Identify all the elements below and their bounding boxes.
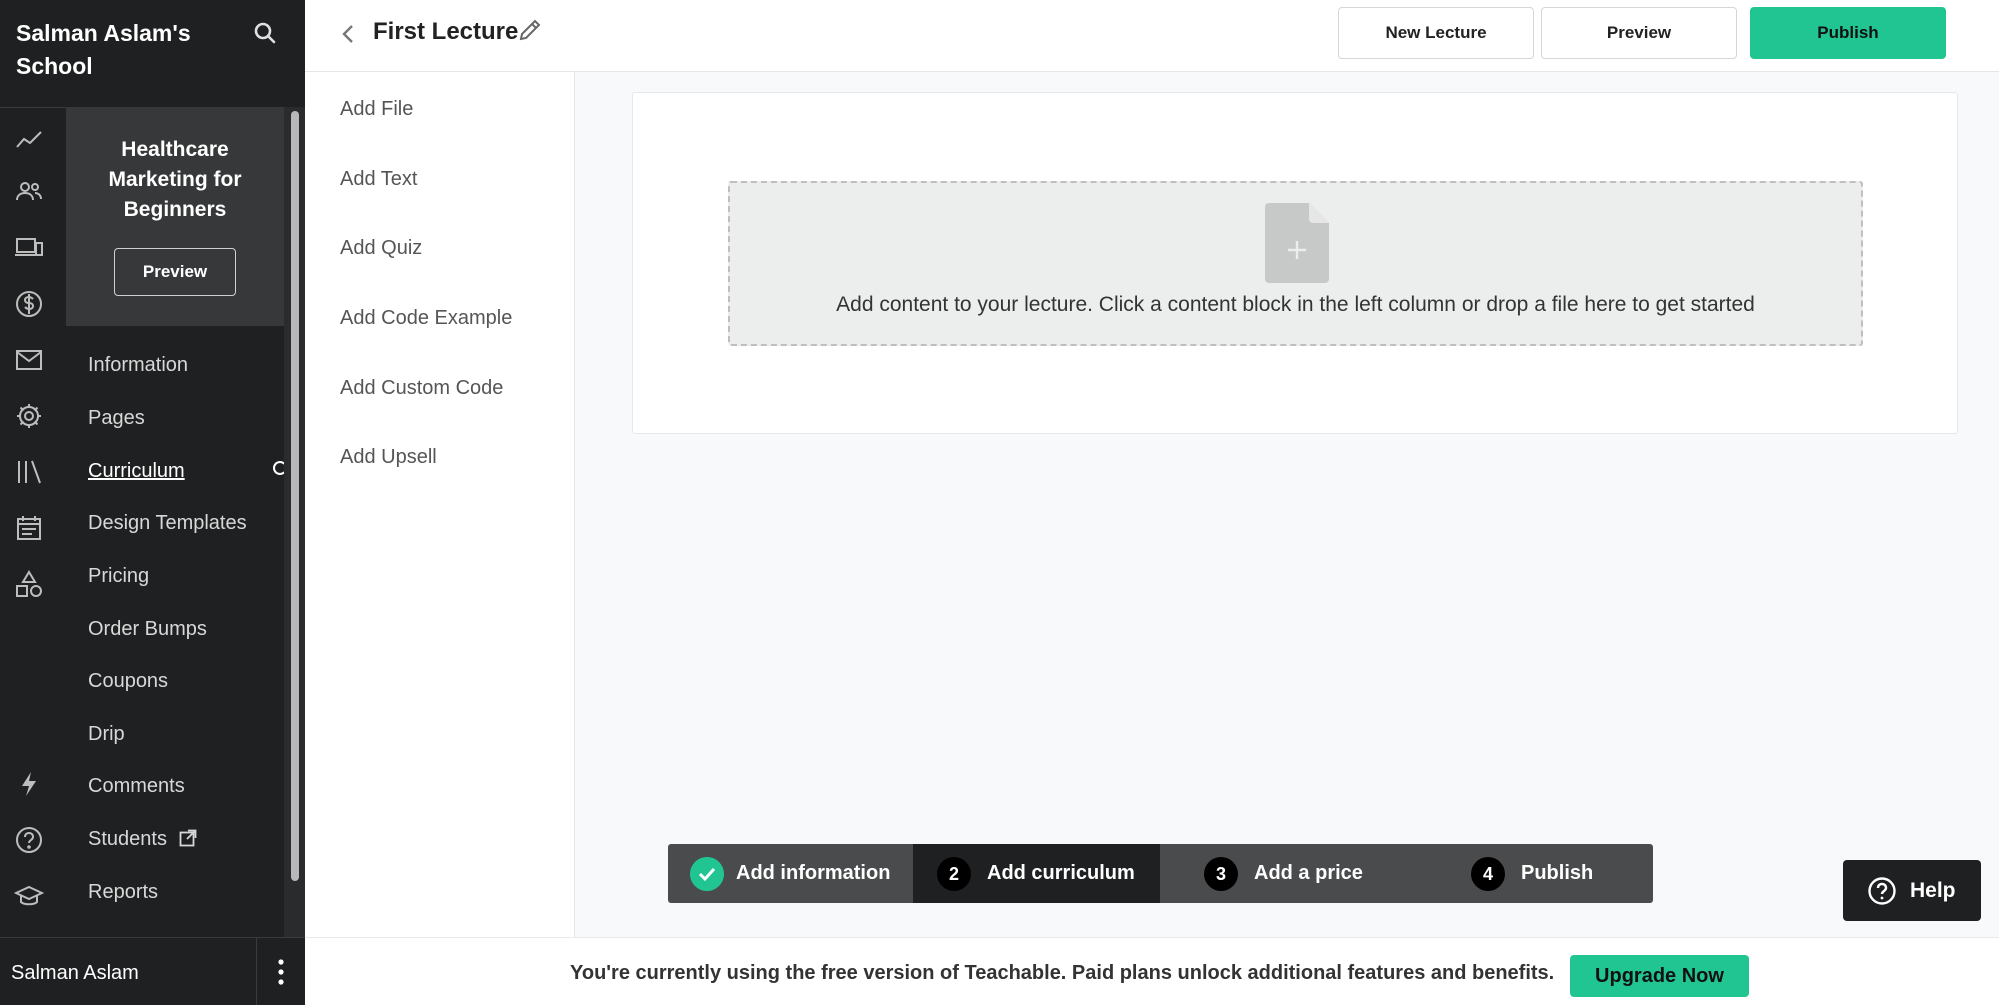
user-name[interactable]: Salman Aslam xyxy=(11,962,139,985)
add-quiz-block[interactable]: Add Quiz xyxy=(340,237,422,260)
menu-item-curriculum[interactable]: Curriculum xyxy=(88,460,185,483)
step-label: Add information xyxy=(736,862,891,884)
menu-item-reports[interactable]: Reports xyxy=(88,881,158,904)
graduation-cap-icon[interactable] xyxy=(13,881,45,911)
dollar-icon[interactable] xyxy=(14,289,44,319)
lecture-title: First Lecture xyxy=(373,18,519,45)
sidebar-scroll-thumb[interactable] xyxy=(291,111,299,881)
analytics-icon[interactable] xyxy=(14,125,44,155)
step-number: 4 xyxy=(1471,857,1505,891)
user-divider xyxy=(256,938,257,1005)
gear-icon[interactable] xyxy=(14,401,44,431)
content-blocks-column: Add File Add Text Add Quiz Add Code Exam… xyxy=(305,72,575,937)
users-icon[interactable] xyxy=(14,177,44,207)
step-number: 3 xyxy=(1204,857,1238,891)
new-lecture-button[interactable]: New Lecture xyxy=(1338,7,1534,59)
lecture-editor-card: Add content to your lecture. Click a con… xyxy=(632,92,1958,434)
search-icon[interactable] xyxy=(252,20,278,46)
calendar-icon[interactable] xyxy=(14,513,44,543)
devices-icon[interactable] xyxy=(14,233,44,263)
step-add-a-price[interactable]: 3 Add a price xyxy=(1160,844,1425,903)
back-chevron-icon[interactable] xyxy=(337,22,359,46)
course-preview-button[interactable]: Preview xyxy=(114,248,236,296)
step-label: Publish xyxy=(1521,862,1594,884)
more-vertical-icon[interactable] xyxy=(270,955,292,989)
bolt-icon[interactable] xyxy=(14,769,44,799)
step-publish[interactable]: 4 Publish xyxy=(1425,844,1653,903)
user-bar: Salman Aslam xyxy=(0,937,305,1005)
help-button[interactable]: Help xyxy=(1843,860,1981,921)
menu-item-drip[interactable]: Drip xyxy=(88,723,125,746)
step-number: 2 xyxy=(937,857,971,891)
step-add-curriculum[interactable]: 2 Add curriculum xyxy=(913,844,1160,903)
sidebar-scrollbar[interactable] xyxy=(284,107,305,937)
menu-item-coupons[interactable]: Coupons xyxy=(88,670,168,693)
add-custom-code-block[interactable]: Add Custom Code xyxy=(340,377,503,400)
mail-icon[interactable] xyxy=(14,345,44,375)
upgrade-now-button[interactable]: Upgrade Now xyxy=(1570,955,1749,997)
shapes-icon[interactable] xyxy=(14,569,44,599)
check-circle-icon xyxy=(690,857,724,891)
add-file-icon xyxy=(1265,203,1329,283)
pencil-icon[interactable] xyxy=(517,17,543,43)
menu-item-comments[interactable]: Comments xyxy=(88,775,185,798)
icon-rail xyxy=(0,107,66,937)
banner-text: You're currently using the free version … xyxy=(570,962,1555,984)
course-title: Healthcare Marketing for Beginners xyxy=(108,138,242,221)
add-upsell-block[interactable]: Add Upsell xyxy=(340,446,437,469)
school-name[interactable]: Salman Aslam's School xyxy=(16,17,236,83)
dropzone-instructions: Add content to your lecture. Click a con… xyxy=(836,293,1755,316)
menu-item-order-bumps[interactable]: Order Bumps xyxy=(88,618,207,641)
step-label: Add a price xyxy=(1254,862,1363,884)
preview-button[interactable]: Preview xyxy=(1541,7,1737,59)
menu-item-information[interactable]: Information xyxy=(88,354,188,377)
question-circle-icon xyxy=(1868,877,1896,905)
setup-stepper: Add information 2 Add curriculum 3 Add a… xyxy=(668,844,1653,903)
menu-item-pricing[interactable]: Pricing xyxy=(88,565,149,588)
menu-item-design-templates[interactable]: Design Templates xyxy=(88,512,247,535)
step-label: Add curriculum xyxy=(987,862,1135,884)
course-panel: Healthcare Marketing for Beginners Previ… xyxy=(66,107,284,937)
file-dropzone[interactable]: Add content to your lecture. Click a con… xyxy=(728,181,1863,346)
external-link-icon xyxy=(179,829,196,847)
upgrade-banner: You're currently using the free version … xyxy=(305,937,1999,1005)
help-circle-icon[interactable] xyxy=(14,825,44,855)
add-file-block[interactable]: Add File xyxy=(340,98,413,121)
lecture-topbar: First Lecture New Lecture Preview Publis… xyxy=(305,0,1999,72)
school-header: Salman Aslam's School xyxy=(0,0,305,107)
help-label: Help xyxy=(1910,879,1956,902)
menu-item-pages[interactable]: Pages xyxy=(88,407,145,430)
menu-item-students-label: Students xyxy=(88,828,167,850)
add-code-example-block[interactable]: Add Code Example xyxy=(340,307,512,330)
publish-button[interactable]: Publish xyxy=(1750,7,1946,59)
library-icon[interactable] xyxy=(14,457,44,487)
menu-item-students[interactable]: Students xyxy=(88,828,197,851)
course-card: Healthcare Marketing for Beginners Previ… xyxy=(66,107,284,326)
add-text-block[interactable]: Add Text xyxy=(340,168,417,191)
step-add-information[interactable]: Add information xyxy=(668,844,913,903)
